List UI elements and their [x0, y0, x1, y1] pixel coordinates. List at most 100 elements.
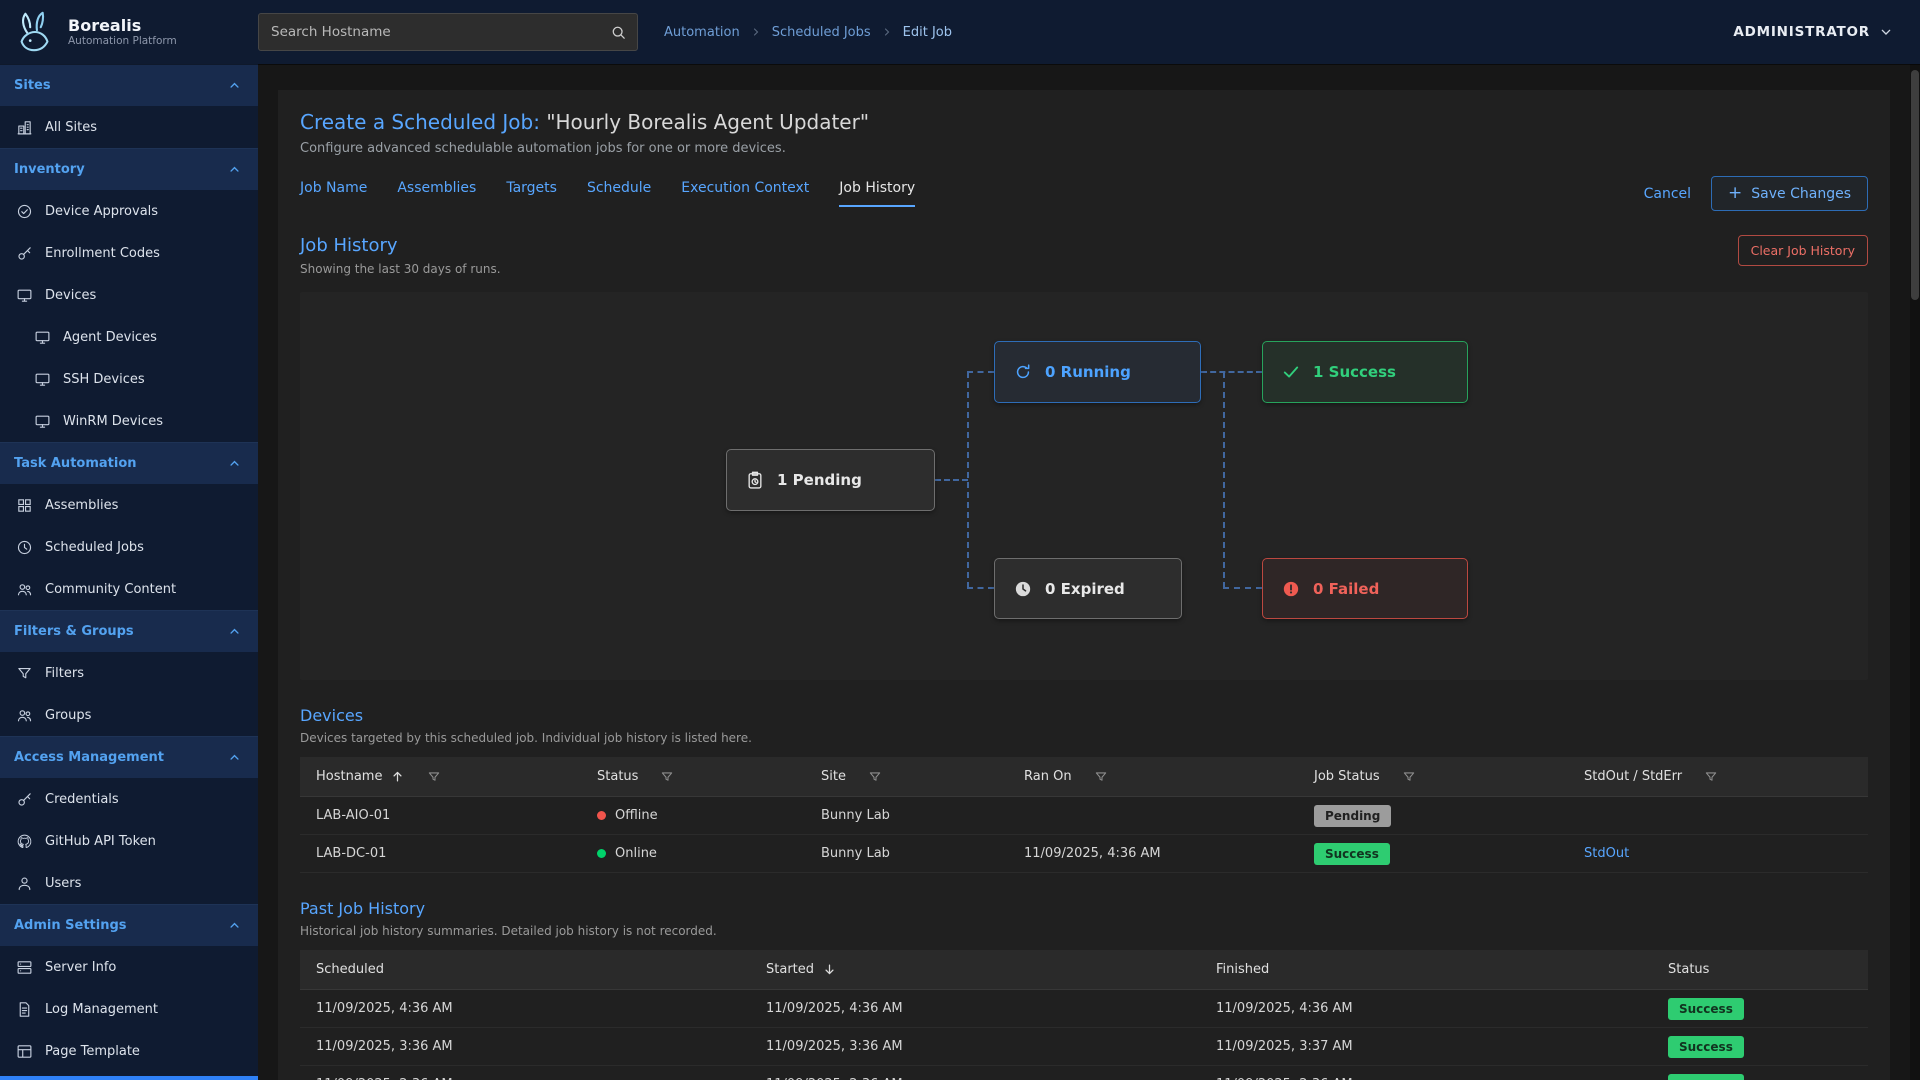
sidebar-item-label: Users: [45, 876, 81, 891]
sidebar-item-ssh-devices[interactable]: SSH Devices: [0, 358, 258, 400]
tab-targets[interactable]: Targets: [506, 180, 557, 207]
sidebar-section-inventory[interactable]: Inventory: [0, 148, 258, 190]
sidebar-item-github-api-token[interactable]: GitHub API Token: [0, 820, 258, 862]
sidebar-item-server-info[interactable]: Server Info: [0, 946, 258, 988]
col-finished: Finished: [1216, 962, 1269, 977]
node-label: 1 Success: [1313, 363, 1396, 381]
past-job-history-section: Past Job History Historical job history …: [300, 899, 1868, 1080]
node-success[interactable]: 1 Success: [1262, 341, 1468, 403]
sidebar-item-label: GitHub API Token: [45, 834, 156, 849]
app-logo-area[interactable]: Borealis Automation Platform: [0, 9, 258, 55]
filter-funnel-icon[interactable]: [427, 770, 441, 784]
sidebar-section-task-automation[interactable]: Task Automation: [0, 442, 258, 484]
job-status-flow-diagram: 1 Pending 0 Running 1 Success 0 Expired: [300, 292, 1868, 680]
sidebar-item-devices[interactable]: Devices: [0, 274, 258, 316]
col-site: Site: [821, 769, 846, 784]
sidebar-item-users[interactable]: Users: [0, 862, 258, 904]
status-badge: Success: [1668, 1074, 1744, 1080]
page-subtitle: Configure advanced schedulable automatio…: [300, 141, 1868, 156]
filter-funnel-icon[interactable]: [660, 770, 674, 784]
sidebar-item-credentials[interactable]: Credentials: [0, 778, 258, 820]
sidebar-section-access-management[interactable]: Access Management: [0, 736, 258, 778]
vertical-scrollbar[interactable]: [1910, 64, 1920, 1080]
sidebar-item-log-management[interactable]: Log Management: [0, 988, 258, 1030]
sidebar-item-assemblies[interactable]: Assemblies: [0, 484, 258, 526]
sidebar-item-label: Assemblies: [45, 498, 118, 513]
search-input[interactable]: [271, 24, 610, 40]
sidebar-item-enrollment-codes[interactable]: Enrollment Codes: [0, 232, 258, 274]
chevron-up-icon: [227, 162, 242, 177]
sites-icon: [16, 119, 33, 136]
sort-asc-icon[interactable]: [390, 769, 405, 784]
cancel-button[interactable]: Cancel: [1644, 186, 1691, 202]
sidebar-item-label: Filters: [45, 666, 84, 681]
sidebar-section-admin-settings[interactable]: Admin Settings: [0, 904, 258, 946]
tab-assemblies[interactable]: Assemblies: [397, 180, 476, 207]
devices-table: Hostname Status: [300, 757, 1868, 873]
filter-funnel-icon[interactable]: [868, 770, 882, 784]
chevron-up-icon: [227, 78, 242, 93]
node-expired[interactable]: 0 Expired: [994, 558, 1182, 619]
expired-clock-icon: [1013, 579, 1033, 599]
filter-funnel-icon[interactable]: [1704, 770, 1718, 784]
filter-funnel-icon[interactable]: [1402, 770, 1416, 784]
main-content: Create a Scheduled Job: "Hourly Borealis…: [258, 64, 1920, 1080]
sidebar-item-groups[interactable]: Groups: [0, 694, 258, 736]
sidebar-item-community-content[interactable]: Community Content: [0, 568, 258, 610]
hostname-search[interactable]: [258, 13, 638, 51]
col-started: Started: [766, 962, 814, 977]
sidebar-section-filters-groups[interactable]: Filters & Groups: [0, 610, 258, 652]
sort-desc-icon[interactable]: [822, 962, 837, 977]
monitor-icon: [34, 371, 51, 388]
user-icon: [16, 875, 33, 892]
clock-icon: [16, 539, 33, 556]
page-title: Create a Scheduled Job: "Hourly Borealis…: [300, 110, 1868, 134]
connector-line: [935, 479, 968, 481]
sidebar-item-all-sites[interactable]: All Sites: [0, 106, 258, 148]
clear-job-history-button[interactable]: Clear Job History: [1738, 235, 1868, 266]
save-changes-label: Save Changes: [1751, 186, 1851, 202]
sidebar-section-sites[interactable]: Sites: [0, 64, 258, 106]
stdout-link[interactable]: StdOut: [1584, 846, 1629, 861]
node-running[interactable]: 0 Running: [994, 341, 1201, 403]
cell-scheduled: 11/09/2025, 4:36 AM: [316, 1001, 766, 1016]
cell-scheduled: 11/09/2025, 3:36 AM: [316, 1039, 766, 1054]
status-badge: Success: [1314, 843, 1390, 865]
breadcrumb-scheduled-jobs[interactable]: Scheduled Jobs: [772, 25, 871, 40]
tab-execution-context[interactable]: Execution Context: [681, 180, 809, 207]
key-icon: [16, 245, 33, 262]
past-job-history-subheading: Historical job history summaries. Detail…: [300, 924, 1868, 938]
past-job-history-heading: Past Job History: [300, 899, 1868, 918]
node-pending[interactable]: 1 Pending: [726, 449, 935, 511]
job-history-heading: Job History: [300, 235, 501, 256]
sidebar-item-label: Page Template: [45, 1044, 140, 1059]
scrollbar-thumb[interactable]: [1911, 70, 1919, 300]
sidebar-item-agent-devices[interactable]: Agent Devices: [0, 316, 258, 358]
success-check-icon: [1281, 362, 1301, 382]
devices-section: Devices Devices targeted by this schedul…: [300, 706, 1868, 873]
tab-job-name[interactable]: Job Name: [300, 180, 367, 207]
filter-funnel-icon[interactable]: [1094, 770, 1108, 784]
save-changes-button[interactable]: + Save Changes: [1711, 176, 1868, 211]
devices-table-header: Hostname Status: [300, 757, 1868, 797]
tab-bar: Job Name Assemblies Targets Schedule Exe…: [300, 176, 1868, 211]
node-label: 1 Pending: [777, 471, 862, 489]
user-menu[interactable]: ADMINISTRATOR: [1733, 24, 1894, 40]
sidebar-item-device-approvals[interactable]: Device Approvals: [0, 190, 258, 232]
sidebar-item-label: Credentials: [45, 792, 119, 807]
template-icon: [16, 1043, 33, 1060]
sidebar-item-scheduled-jobs[interactable]: Scheduled Jobs: [0, 526, 258, 568]
past-jobs-table-header: Scheduled Started Finished Status: [300, 950, 1868, 990]
node-failed[interactable]: 0 Failed: [1262, 558, 1468, 619]
sidebar-item-page-template[interactable]: Page Template: [0, 1030, 258, 1072]
sidebar-item-label: Agent Devices: [63, 330, 157, 345]
sidebar-item-filters[interactable]: Filters: [0, 652, 258, 694]
tab-schedule[interactable]: Schedule: [587, 180, 651, 207]
chevron-down-icon: [1878, 24, 1894, 40]
sidebar-item-winrm-devices[interactable]: WinRM Devices: [0, 400, 258, 442]
sidebar-item-label: Log Management: [45, 1002, 158, 1017]
breadcrumb-automation[interactable]: Automation: [664, 25, 740, 40]
connector-line: [1223, 587, 1262, 589]
funnel-icon: [16, 665, 33, 682]
tab-job-history[interactable]: Job History: [839, 180, 915, 207]
